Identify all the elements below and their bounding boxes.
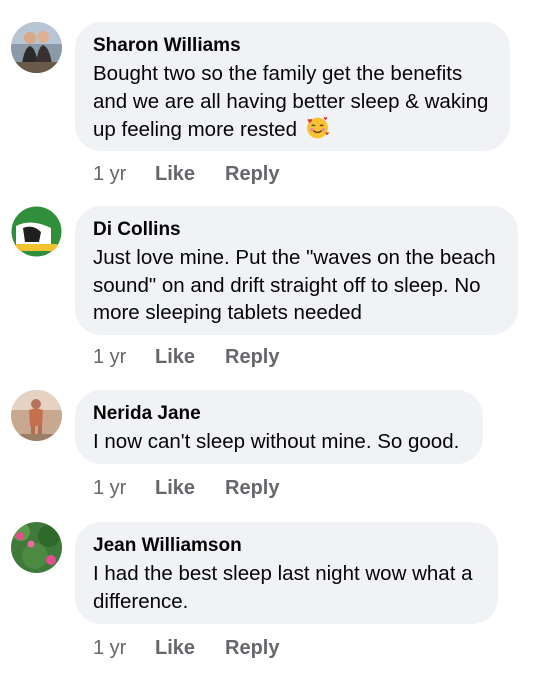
comment-bubble: Nerida Jane I now can't sleep without mi… <box>75 390 483 464</box>
avatar[interactable] <box>11 22 62 73</box>
comment-time[interactable]: 1 yr <box>93 162 155 186</box>
comment-bubble: Sharon Williams Bought two so the family… <box>75 22 510 151</box>
reply-button[interactable]: Reply <box>225 476 279 500</box>
comment-text: I now can't sleep without mine. So good. <box>93 430 460 453</box>
reply-button[interactable]: Reply <box>225 636 279 660</box>
like-button[interactable]: Like <box>155 345 225 369</box>
comment-text: Just love mine. Put the "waves on the be… <box>93 246 496 324</box>
avatar[interactable] <box>11 522 62 573</box>
avatar-photo <box>11 206 62 257</box>
comment-actions: 1 yr Like Reply <box>93 345 279 369</box>
like-button[interactable]: Like <box>155 162 225 186</box>
comment-time[interactable]: 1 yr <box>93 636 155 660</box>
reply-button[interactable]: Reply <box>225 162 279 186</box>
comment-bubble: Di Collins Just love mine. Put the "wave… <box>75 206 518 335</box>
smiling-face-with-hearts-icon <box>306 116 329 139</box>
like-button[interactable]: Like <box>155 476 225 500</box>
comment-time[interactable]: 1 yr <box>93 476 155 500</box>
comment-text: I had the best sleep last night wow what… <box>93 562 473 613</box>
comment-time[interactable]: 1 yr <box>93 345 155 369</box>
avatar[interactable] <box>11 390 62 441</box>
comment-actions: 1 yr Like Reply <box>93 636 279 660</box>
comment-text: Bought two so the family get the benefit… <box>93 62 489 141</box>
comment-actions: 1 yr Like Reply <box>93 476 279 500</box>
avatar[interactable] <box>11 206 62 257</box>
like-button[interactable]: Like <box>155 636 225 660</box>
comment-actions: 1 yr Like Reply <box>93 162 279 186</box>
avatar-photo <box>11 390 62 441</box>
avatar-photo <box>11 22 62 73</box>
comment-author[interactable]: Di Collins <box>93 218 500 242</box>
reply-button[interactable]: Reply <box>225 345 279 369</box>
avatar-photo <box>11 522 62 573</box>
comment-bubble: Jean Williamson I had the best sleep las… <box>75 522 498 624</box>
comment-author[interactable]: Nerida Jane <box>93 402 465 426</box>
comment-author[interactable]: Jean Williamson <box>93 534 480 558</box>
comment-author[interactable]: Sharon Williams <box>93 34 492 58</box>
